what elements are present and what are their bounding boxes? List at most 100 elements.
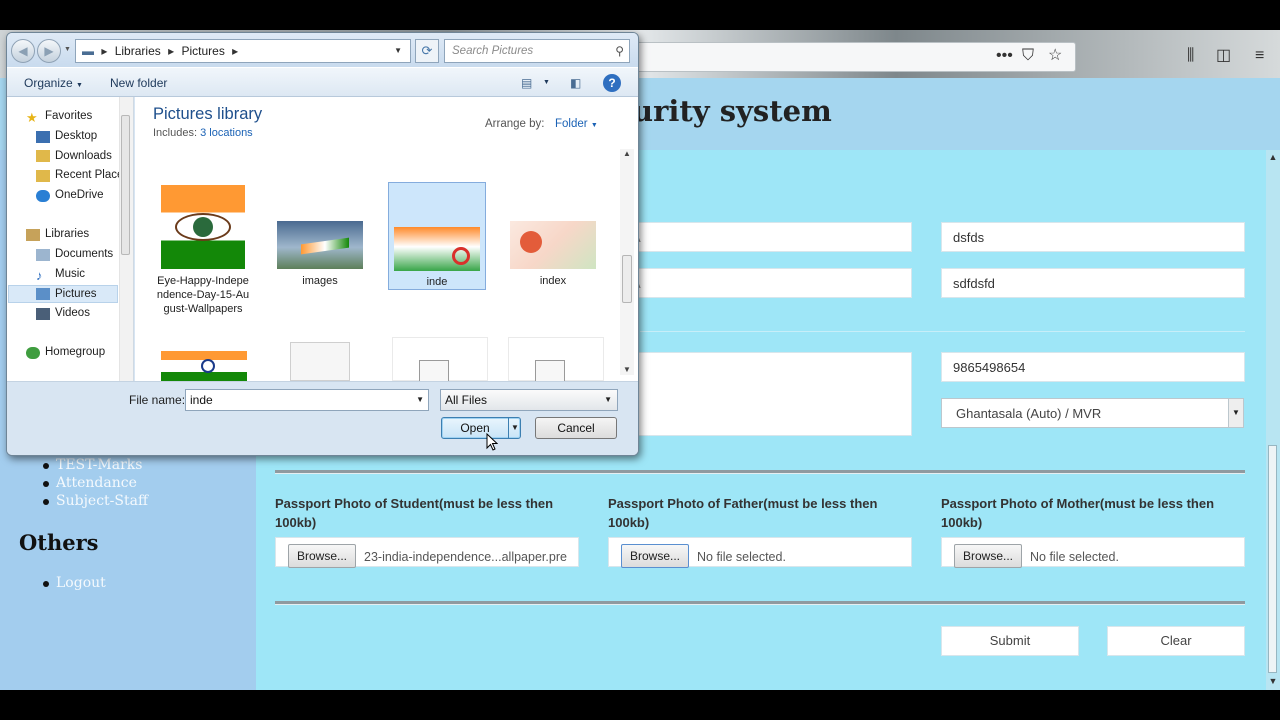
libraries-icon (26, 229, 40, 241)
sidebar-item-logout[interactable]: Logout (56, 575, 106, 591)
thumbnail (510, 221, 596, 269)
open-button[interactable]: Open ▼ (441, 417, 521, 439)
address-textarea[interactable] (620, 352, 912, 436)
chevron-down-icon[interactable]: ▼ (543, 79, 550, 86)
pocket-icon[interactable]: ⛉ (1022, 47, 1034, 65)
nav-libraries[interactable]: Libraries (45, 228, 89, 240)
folder-icon: ▬ (82, 44, 94, 58)
clear-button[interactable]: Clear (1107, 626, 1245, 656)
page-title: urity system (632, 94, 832, 128)
browse-button[interactable]: Browse... (288, 544, 357, 568)
student-photo-input[interactable]: Browse... 23-india-independence...allpap… (275, 537, 579, 568)
file-status: No file selected. (697, 550, 786, 564)
father-photo-input[interactable]: Browse... No file selected. (608, 537, 912, 568)
open-split-chevron-icon[interactable]: ▼ (508, 418, 521, 438)
nav-pane-scroll-thumb[interactable] (121, 115, 130, 255)
help-icon[interactable]: ? (603, 74, 621, 92)
nav-favorites[interactable]: Favorites (45, 110, 92, 122)
scroll-down-icon[interactable]: ▼ (623, 365, 631, 374)
mother-photo-input[interactable]: Browse... No file selected. (941, 537, 1245, 568)
browse-button[interactable]: Browse... (621, 544, 690, 568)
text-field[interactable]: sdfdsfd (941, 268, 1245, 298)
file-item[interactable]: images (272, 185, 368, 297)
nav-recent-places[interactable]: Recent Place (55, 169, 123, 181)
more-icon[interactable]: ••• (996, 47, 1013, 65)
navigation-pane: ★ Favorites Desktop Downloads Recent Pla… (7, 97, 134, 381)
nav-documents[interactable]: Documents (55, 248, 113, 260)
route-select-value: Ghantasala (Auto) / MVR (956, 406, 1102, 421)
sidebar-item-subject-staff[interactable]: Subject-Staff (56, 493, 148, 509)
search-input[interactable]: Search Pictures ⚲ (444, 39, 630, 63)
scrollbar-thumb[interactable] (1268, 445, 1277, 673)
chevron-right-icon: ▸ (101, 44, 108, 58)
arrange-by-dropdown[interactable]: Folder ▼ (555, 118, 598, 130)
back-icon[interactable]: ◀ (11, 39, 35, 63)
nav-homegroup[interactable]: Homegroup (45, 346, 105, 358)
submit-button[interactable]: Submit (941, 626, 1079, 656)
chevron-down-icon: ▼ (590, 122, 598, 129)
organize-button[interactable]: Organize ▼ (24, 76, 83, 90)
phone-field[interactable]: 9865498654 (941, 352, 1245, 382)
chevron-down-icon: ▼ (604, 395, 612, 404)
file-item[interactable]: Eye-Happy-Independence-Day-15-August-Wal… (155, 185, 251, 335)
file-name: images (302, 275, 338, 287)
breadcrumb[interactable]: ▬ ▸ Libraries ▸ Pictures ▸ ▼ (75, 39, 411, 63)
file-item[interactable] (285, 342, 381, 381)
scroll-up-icon[interactable]: ▲ (623, 149, 631, 158)
breadcrumb-pictures[interactable]: Pictures (181, 44, 224, 58)
dialog-navbar: ◀ ▶ ▼ ▬ ▸ Libraries ▸ Pictures ▸ ▼ ⟳ Sea… (7, 33, 638, 67)
content-scroll-thumb[interactable] (622, 255, 632, 303)
nav-music[interactable]: Music (55, 268, 85, 280)
preview-pane-icon[interactable]: ◧ (570, 76, 581, 90)
sidebar-item-attendance[interactable]: Attendance (56, 475, 137, 491)
scroll-down-icon[interactable]: ▼ (1266, 676, 1280, 686)
refresh-icon[interactable]: ⟳ (415, 39, 439, 63)
file-item[interactable] (508, 337, 604, 400)
library-icon[interactable]: ⫼ (1187, 47, 1194, 65)
nav-onedrive[interactable]: OneDrive (55, 189, 104, 201)
nav-videos[interactable]: Videos (55, 307, 90, 319)
file-type-select[interactable]: All Files ▼ (440, 389, 618, 411)
file-item[interactable] (155, 337, 251, 381)
divider (640, 331, 1245, 332)
browse-button[interactable]: Browse... (954, 544, 1023, 568)
section-divider (275, 601, 1245, 605)
sidebar-icon[interactable]: ◫ (1216, 47, 1231, 65)
file-item[interactable] (392, 337, 488, 400)
balloon-shape (520, 231, 542, 253)
text-field[interactable]: dsfds (941, 222, 1245, 252)
search-icon[interactable]: ⚲ (615, 40, 624, 62)
file-name-input[interactable]: inde ▼ (185, 389, 429, 411)
menu-icon[interactable]: ≡ (1255, 47, 1264, 65)
videos-icon (36, 308, 50, 320)
chevron-down-icon: ▼ (76, 82, 83, 89)
forward-icon[interactable]: ▶ (37, 39, 61, 63)
text-field[interactable]: A (620, 222, 912, 252)
sidebar-item-test-marks[interactable]: TEST-Marks (56, 457, 142, 473)
nav-downloads[interactable]: Downloads (55, 150, 112, 162)
thumbnail (161, 185, 245, 269)
file-item[interactable]: index (505, 185, 601, 297)
file-item-selected[interactable]: inde (388, 182, 486, 290)
desktop-icon (36, 131, 50, 143)
chevron-down-icon[interactable]: ▼ (394, 40, 402, 62)
file-name: Eye-Happy-Independence-Day-15-August-Wal… (156, 275, 250, 315)
bookmark-star-icon[interactable]: ☆ (1048, 47, 1062, 65)
father-photo-label: Passport Photo of Father(must be less th… (608, 496, 878, 530)
new-folder-button[interactable]: New folder (110, 76, 167, 90)
chevron-down-icon[interactable]: ▼ (416, 395, 424, 404)
chevron-down-icon: ▼ (1228, 399, 1243, 427)
locations-link[interactable]: 3 locations (200, 127, 253, 139)
route-select[interactable]: Ghantasala (Auto) / MVR ▼ (941, 398, 1244, 428)
cancel-button[interactable]: Cancel (535, 417, 617, 439)
breadcrumb-libraries[interactable]: Libraries (115, 44, 161, 58)
blank-file-icon (290, 342, 350, 381)
nav-pictures[interactable]: Pictures (55, 288, 97, 300)
file-name: index (539, 275, 567, 287)
scroll-up-icon[interactable]: ▲ (1266, 152, 1280, 162)
view-options-icon[interactable]: ▤ (521, 76, 532, 90)
nav-desktop[interactable]: Desktop (55, 130, 97, 142)
homegroup-icon (26, 347, 40, 359)
text-field[interactable]: A (620, 268, 912, 298)
recent-pages-chevron-icon[interactable]: ▼ (64, 46, 71, 53)
